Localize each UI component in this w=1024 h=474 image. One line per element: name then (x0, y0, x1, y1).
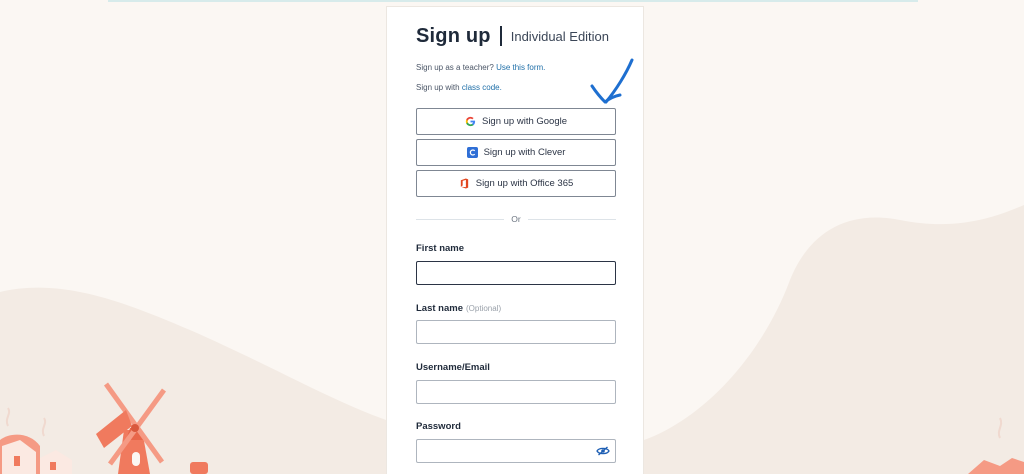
last-name-label: Last name (416, 303, 463, 314)
class-code-link[interactable]: class code. (462, 83, 502, 92)
or-divider: Or (416, 213, 616, 225)
first-name-input[interactable] (416, 261, 616, 285)
username-email-input[interactable] (416, 380, 616, 404)
office365-logo-icon (460, 178, 468, 189)
password-input[interactable] (416, 439, 616, 463)
clever-logo-icon (466, 147, 478, 158)
left-hill (0, 287, 386, 474)
office365-signup-button[interactable]: Sign up with Office 365 (416, 170, 616, 197)
last-name-input[interactable] (416, 320, 616, 344)
teacher-form-link[interactable]: Use this form. (496, 63, 545, 72)
google-button-label: Sign up with Google (481, 116, 568, 127)
username-email-label: Username/Email (416, 362, 490, 373)
title-row: Sign up Individual Edition (416, 23, 609, 49)
teacher-signup-line: Sign up as a teacher? Use this form. (416, 63, 545, 72)
google-signup-button[interactable]: Sign up with Google (416, 108, 616, 135)
class-prefix: Sign up with (416, 83, 462, 92)
teacher-prefix: Sign up as a teacher? (416, 63, 497, 72)
google-logo-icon (465, 116, 476, 127)
last-name-optional-hint: (Optional) (466, 304, 502, 313)
eye-slash-icon[interactable] (596, 446, 610, 456)
title-separator (499, 26, 502, 46)
or-divider-line-right (528, 219, 616, 220)
password-label: Password (416, 421, 461, 432)
office365-button-label: Sign up with Office 365 (475, 178, 574, 189)
clever-button-label: Sign up with Clever (483, 147, 566, 158)
first-name-label: First name (416, 243, 465, 254)
right-hill (644, 205, 1024, 474)
last-name-label-row: Last name (Optional) (416, 303, 501, 314)
mailbox-decoration (190, 462, 208, 474)
or-divider-text: Or (511, 214, 521, 224)
edition-subtitle: Individual Edition (510, 28, 610, 44)
annotation-arrow-icon (590, 58, 634, 104)
page-title: Sign up (416, 24, 491, 47)
clever-signup-button[interactable]: Sign up with Clever (416, 139, 616, 166)
or-divider-line-left (416, 219, 504, 220)
class-code-line: Sign up with class code. (416, 83, 502, 92)
